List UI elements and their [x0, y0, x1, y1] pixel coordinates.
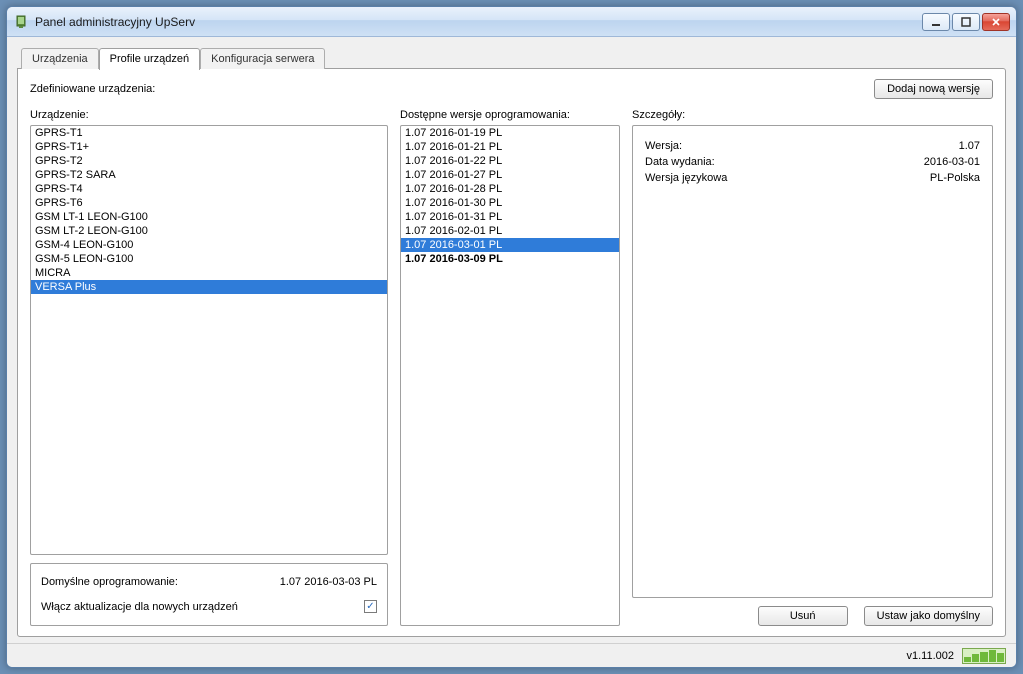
window-controls: [922, 13, 1010, 31]
device-list-item[interactable]: GPRS-T2 SARA: [31, 168, 387, 182]
devices-column-label: Urządzenie:: [30, 109, 388, 121]
details-box: Wersja: 1.07 Data wydania: 2016-03-01 We…: [632, 125, 993, 598]
devices-listbox[interactable]: GPRS-T1GPRS-T1+GPRS-T2GPRS-T2 SARAGPRS-T…: [30, 125, 388, 555]
device-list-item[interactable]: GPRS-T1+: [31, 140, 387, 154]
detail-date-label: Data wydania:: [645, 156, 924, 168]
version-list-item[interactable]: 1.07 2016-01-21 PL: [401, 140, 619, 154]
status-meter-icon: [962, 648, 1006, 664]
version-list-item[interactable]: 1.07 2016-01-30 PL: [401, 196, 619, 210]
add-version-button[interactable]: Dodaj nową wersję: [874, 79, 993, 99]
tab-panel-device-profiles: Zdefiniowane urządzenia: Dodaj nową wers…: [17, 68, 1006, 637]
device-list-item[interactable]: GPRS-T6: [31, 196, 387, 210]
device-list-item[interactable]: GSM-4 LEON-G100: [31, 238, 387, 252]
device-list-item[interactable]: GSM-5 LEON-G100: [31, 252, 387, 266]
app-icon: [13, 14, 29, 30]
titlebar: Panel administracyjny UpServ: [7, 7, 1016, 37]
app-version: v1.11.002: [906, 650, 954, 662]
enable-updates-label: Włącz aktualizacje dla nowych urządzeń: [41, 601, 364, 613]
tab-devices[interactable]: Urządzenia: [21, 48, 99, 69]
minimize-button[interactable]: [922, 13, 950, 31]
details-buttons: Usuń Ustaw jako domyślny: [632, 606, 993, 626]
device-list-item[interactable]: VERSA Plus: [31, 280, 387, 294]
default-software-value: 1.07 2016-03-03 PL: [280, 576, 377, 588]
detail-date-value: 2016-03-01: [924, 156, 980, 168]
detail-lang-label: Wersja językowa: [645, 172, 930, 184]
client-area: Urządzenia Profile urządzeń Konfiguracja…: [7, 37, 1016, 643]
delete-button[interactable]: Usuń: [758, 606, 848, 626]
version-list-item[interactable]: 1.07 2016-01-27 PL: [401, 168, 619, 182]
detail-version-value: 1.07: [959, 140, 980, 152]
device-list-item[interactable]: GSM LT-2 LEON-G100: [31, 224, 387, 238]
device-list-item[interactable]: GPRS-T2: [31, 154, 387, 168]
version-list-item[interactable]: 1.07 2016-01-22 PL: [401, 154, 619, 168]
statusbar: v1.11.002: [7, 643, 1016, 667]
main-window: Panel administracyjny UpServ Urządzenia …: [6, 6, 1017, 668]
defined-devices-label: Zdefiniowane urządzenia:: [30, 83, 874, 95]
devices-column: Urządzenie: GPRS-T1GPRS-T1+GPRS-T2GPRS-T…: [30, 109, 388, 626]
window-title: Panel administracyjny UpServ: [35, 15, 922, 29]
versions-listbox[interactable]: 1.07 2016-01-19 PL1.07 2016-01-21 PL1.07…: [400, 125, 620, 626]
version-list-item[interactable]: 1.07 2016-01-31 PL: [401, 210, 619, 224]
details-column: Szczegóły: Wersja: 1.07 Data wydania: 20…: [632, 109, 993, 626]
version-list-item[interactable]: 1.07 2016-03-01 PL: [401, 238, 619, 252]
device-list-item[interactable]: GPRS-T1: [31, 126, 387, 140]
version-list-item[interactable]: 1.07 2016-01-19 PL: [401, 126, 619, 140]
default-software-label: Domyślne oprogramowanie:: [41, 576, 280, 588]
tab-server-config[interactable]: Konfiguracja serwera: [200, 48, 325, 69]
columns: Urządzenie: GPRS-T1GPRS-T1+GPRS-T2GPRS-T…: [30, 109, 993, 626]
versions-column: Dostępne wersje oprogramowania: 1.07 201…: [400, 109, 620, 626]
device-list-item[interactable]: MICRA: [31, 266, 387, 280]
details-column-label: Szczegóły:: [632, 109, 993, 121]
maximize-button[interactable]: [952, 13, 980, 31]
top-row: Zdefiniowane urządzenia: Dodaj nową wers…: [30, 79, 993, 99]
device-settings-box: Domyślne oprogramowanie: 1.07 2016-03-03…: [30, 563, 388, 626]
tab-device-profiles[interactable]: Profile urządzeń: [99, 48, 201, 70]
device-list-item[interactable]: GPRS-T4: [31, 182, 387, 196]
close-button[interactable]: [982, 13, 1010, 31]
version-list-item[interactable]: 1.07 2016-01-28 PL: [401, 182, 619, 196]
versions-column-label: Dostępne wersje oprogramowania:: [400, 109, 620, 121]
version-list-item[interactable]: 1.07 2016-02-01 PL: [401, 224, 619, 238]
detail-lang-value: PL-Polska: [930, 172, 980, 184]
set-default-button[interactable]: Ustaw jako domyślny: [864, 606, 993, 626]
enable-updates-checkbox[interactable]: ✓: [364, 600, 377, 613]
version-list-item[interactable]: 1.07 2016-03-09 PL: [401, 252, 619, 266]
tabs-header: Urządzenia Profile urządzeń Konfiguracja…: [17, 47, 1006, 69]
detail-version-label: Wersja:: [645, 140, 959, 152]
device-list-item[interactable]: GSM LT-1 LEON-G100: [31, 210, 387, 224]
